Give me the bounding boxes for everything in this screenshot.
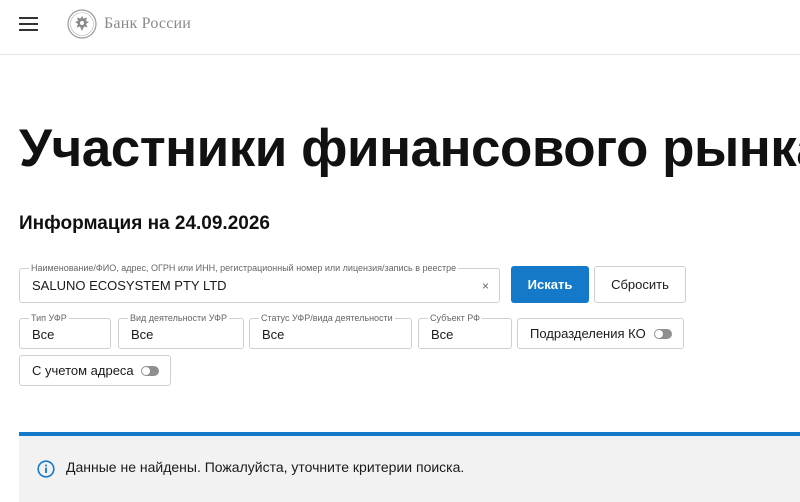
filter-label: Вид деятельности УФР: [128, 313, 229, 323]
search-input-value[interactable]: SALUNO ECOSYSTEM PTY LTD: [32, 278, 227, 293]
info-date-heading: Информация на 24.09.2026: [19, 213, 270, 234]
clear-icon[interactable]: ×: [482, 279, 489, 293]
filter-value: Все: [431, 327, 454, 342]
filter-value: Все: [32, 327, 55, 342]
no-results-notice: Данные не найдены. Пожалуйста, уточните …: [19, 432, 800, 502]
toggle-subdivisions[interactable]: Подразделения КО: [517, 318, 684, 349]
toggle-label: Подразделения КО: [530, 326, 646, 341]
page-title: Участники финансового рынка: [19, 119, 800, 178]
filter-value: Все: [262, 327, 285, 342]
toggle-label: С учетом адреса: [32, 363, 134, 378]
filter-region[interactable]: Субъект РФ Все: [418, 313, 512, 349]
search-input-label: Наименование/ФИО, адрес, ОГРН или ИНН, р…: [29, 263, 459, 273]
filter-value: Все: [131, 327, 154, 342]
toggle-switch[interactable]: [654, 329, 672, 339]
toggle-with-address[interactable]: С учетом адреса: [19, 355, 171, 386]
filter-activity-type[interactable]: Вид деятельности УФР Все: [118, 313, 244, 349]
filter-status[interactable]: Статус УФР/вида деятельности Все: [249, 313, 412, 349]
toggle-switch[interactable]: [141, 366, 159, 376]
eagle-emblem-icon: [67, 9, 97, 39]
filter-ufr-type[interactable]: Тип УФР Все: [19, 313, 111, 349]
filter-label: Статус УФР/вида деятельности: [259, 313, 395, 323]
search-input[interactable]: Наименование/ФИО, адрес, ОГРН или ИНН, р…: [19, 263, 500, 303]
search-button[interactable]: Искать: [511, 266, 589, 303]
filter-label: Тип УФР: [29, 313, 69, 323]
hamburger-menu-icon[interactable]: [19, 16, 39, 32]
info-circle-icon: [37, 460, 55, 478]
site-header: Банк России: [0, 0, 800, 55]
reset-button[interactable]: Сбросить: [594, 266, 686, 303]
bank-logo[interactable]: Банк России: [67, 9, 191, 39]
filter-label: Субъект РФ: [428, 313, 482, 323]
logo-text: Банк России: [104, 15, 192, 32]
notice-text: Данные не найдены. Пожалуйста, уточните …: [66, 459, 465, 475]
